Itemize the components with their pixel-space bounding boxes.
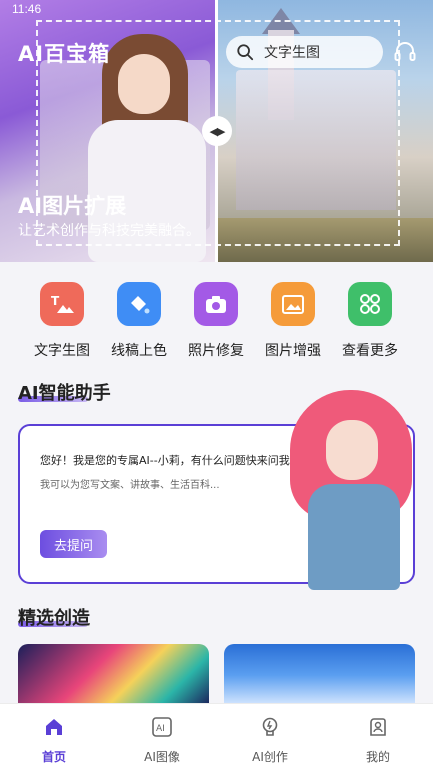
tab-home[interactable]: 首页 — [0, 716, 108, 765]
headset-icon[interactable] — [393, 40, 417, 64]
tool-image-enhance[interactable]: 图片增强 — [253, 282, 333, 360]
ask-button[interactable]: 去提问 — [40, 530, 107, 558]
quick-tools: T 文字生图 线稿上色 照片修复 图片增强 查看更多 — [0, 282, 433, 362]
featured-card-2[interactable] — [224, 644, 415, 706]
ai-image-icon: AI — [152, 717, 172, 737]
svg-text:T: T — [51, 294, 60, 308]
featured-title: 精选创造 — [18, 608, 90, 629]
ai-create-icon — [262, 717, 278, 736]
svg-text:AI: AI — [156, 724, 165, 734]
tab-profile[interactable]: 我的 — [324, 716, 432, 765]
tool-label: 查看更多 — [342, 343, 398, 359]
tab-ai-image[interactable]: AI AI图像 — [108, 716, 216, 765]
paint-bucket-icon — [117, 282, 161, 326]
camera-repair-icon — [194, 282, 238, 326]
avatar-face — [326, 420, 378, 480]
search-bar[interactable]: 文字生图 — [226, 36, 383, 68]
tab-label: AI图像 — [144, 750, 180, 764]
hero-subtitle: 让艺术创作与科技完美融合。 — [18, 223, 200, 239]
arrows-left-right-icon: ◀▶ — [209, 124, 226, 138]
tool-label: 线稿上色 — [111, 343, 167, 359]
tab-ai-create[interactable]: AI创作 — [216, 716, 324, 765]
tab-label: 首页 — [41, 750, 66, 764]
more-grid-icon — [348, 282, 392, 326]
text-to-image-icon: T — [40, 282, 84, 326]
avatar-body — [308, 484, 400, 590]
hero-title: AI图片扩展 — [18, 194, 127, 218]
featured-card-1[interactable] — [18, 644, 209, 706]
compare-slider-handle[interactable]: ◀▶ — [202, 116, 232, 146]
ai-assistant-avatar — [286, 380, 416, 590]
tool-label: 文字生图 — [34, 343, 90, 359]
tool-text-to-image[interactable]: T 文字生图 — [22, 282, 102, 360]
tool-line-art-color[interactable]: 线稿上色 — [99, 282, 179, 360]
ai-greeting: 您好！我是您的专属AI--小莉，有什么问题快来问我吧~ — [40, 454, 310, 467]
hd-image-icon — [271, 282, 315, 326]
tab-label: AI创作 — [252, 750, 288, 764]
profile-icon — [370, 718, 386, 736]
tool-view-more[interactable]: 查看更多 — [330, 282, 410, 360]
ai-assistant-title: AI智能助手 — [18, 383, 111, 404]
status-time: 11:46 — [12, 2, 42, 16]
tab-label: 我的 — [365, 750, 390, 764]
app-screen: ◀▶ 11:46 AI百宝箱 文字生图 AI图片扩展 让艺术创作与科技完美融合。… — [0, 0, 433, 771]
tool-label: 图片增强 — [265, 343, 321, 359]
search-placeholder: 文字生图 — [264, 45, 320, 61]
tool-label: 照片修复 — [188, 343, 244, 359]
tool-photo-repair[interactable]: 照片修复 — [176, 282, 256, 360]
home-icon — [46, 719, 62, 735]
ai-description: 我可以为您写文案、讲故事、生活百科... — [40, 480, 220, 491]
search-icon — [237, 44, 254, 61]
hero-banner[interactable]: ◀▶ 11:46 AI百宝箱 文字生图 AI图片扩展 让艺术创作与科技完美融合。 — [0, 0, 433, 262]
bottom-tabbar: 首页 AI AI图像 AI创作 我的 — [0, 703, 433, 771]
app-title: AI百宝箱 — [18, 42, 111, 66]
